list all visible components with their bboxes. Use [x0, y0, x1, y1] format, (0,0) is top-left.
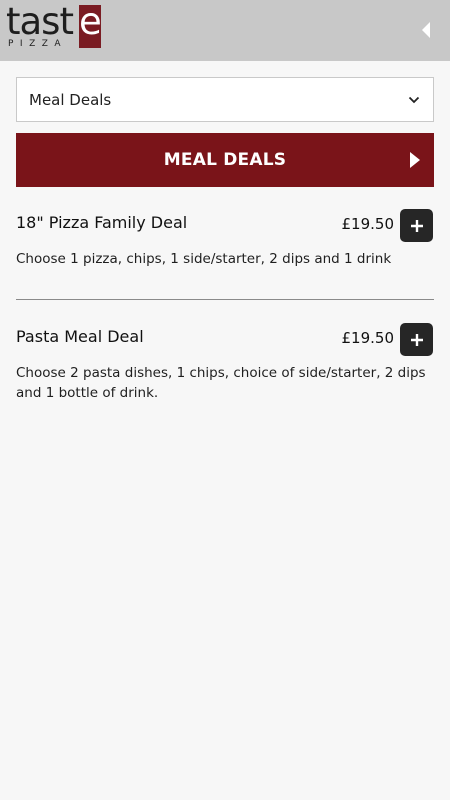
- category-dropdown-value: Meal Deals: [29, 90, 112, 109]
- menu-item-description: Choose 2 pasta dishes, 1 chips, choice o…: [16, 365, 426, 401]
- item-divider: [16, 299, 434, 300]
- menu-item-description: Choose 1 pizza, chips, 1 side/starter, 2…: [16, 251, 392, 267]
- logo-letter: e: [79, 0, 102, 43]
- play-arrow-icon: [410, 152, 420, 168]
- plus-icon: [410, 219, 423, 232]
- add-item-button[interactable]: [400, 323, 433, 356]
- add-item-button[interactable]: [400, 209, 433, 242]
- menu-item-name: Pasta Meal Deal: [16, 327, 144, 346]
- menu-item-name: 18" Pizza Family Deal: [16, 213, 188, 232]
- menu-item-price: £19.50: [341, 329, 395, 347]
- app-header: tast e PIZZA: [0, 0, 450, 61]
- chevron-down-icon: [408, 96, 420, 104]
- plus-icon: [410, 333, 423, 346]
- menu-item-price: £19.50: [341, 215, 395, 233]
- category-dropdown[interactable]: Meal Deals: [16, 77, 434, 122]
- back-button[interactable]: [410, 14, 442, 46]
- taste-pizza-logo: tast e PIZZA: [6, 0, 106, 50]
- chevron-left-icon: [422, 22, 430, 38]
- section-title: MEAL DEALS: [163, 150, 287, 170]
- section-header-meal-deals[interactable]: MEAL DEALS: [16, 133, 434, 187]
- logo-word: tast: [6, 0, 74, 43]
- logo-subtitle: PIZZA: [8, 39, 68, 49]
